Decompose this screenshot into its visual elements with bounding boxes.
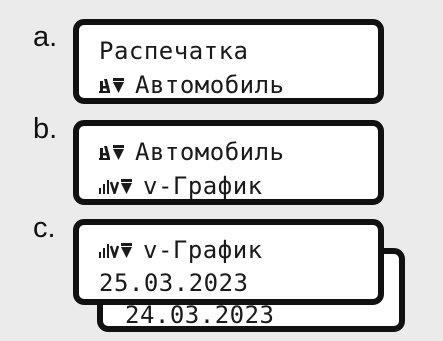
display-a-line2: Автомобиль <box>99 71 285 99</box>
selected-date: 25.03.2023 <box>99 269 249 297</box>
step-b-label: b. <box>33 113 58 145</box>
display-c-line2: 25.03.2023 <box>99 269 249 297</box>
vehicle-label: Автомобиль <box>135 71 285 99</box>
display-a: Распечатка Автомобиль <box>73 19 384 104</box>
print-vehicle-icon <box>99 77 125 93</box>
speed-graph-print-icon <box>99 242 133 258</box>
step-a-label: a. <box>33 21 58 53</box>
step-c-label: c. <box>33 212 56 244</box>
display-c-line1: v-График <box>99 236 263 264</box>
print-label: Распечатка <box>99 37 249 65</box>
previous-date: 24.03.2023 <box>125 301 275 329</box>
speed-graph-label: v-График <box>143 172 263 200</box>
display-b-line1: Автомобиль <box>99 138 285 166</box>
display-c: v-График 25.03.2023 <box>73 219 384 305</box>
speed-graph-label: v-График <box>143 236 263 264</box>
print-vehicle-icon <box>99 144 125 160</box>
display-a-line1: Распечатка <box>99 37 249 65</box>
vehicle-label: Автомобиль <box>135 138 285 166</box>
display-b: Автомобиль v-График <box>73 120 384 205</box>
speed-graph-print-icon <box>99 178 133 194</box>
display-b-line2: v-График <box>99 172 263 200</box>
display-c-back-date: 24.03.2023 <box>125 301 275 329</box>
